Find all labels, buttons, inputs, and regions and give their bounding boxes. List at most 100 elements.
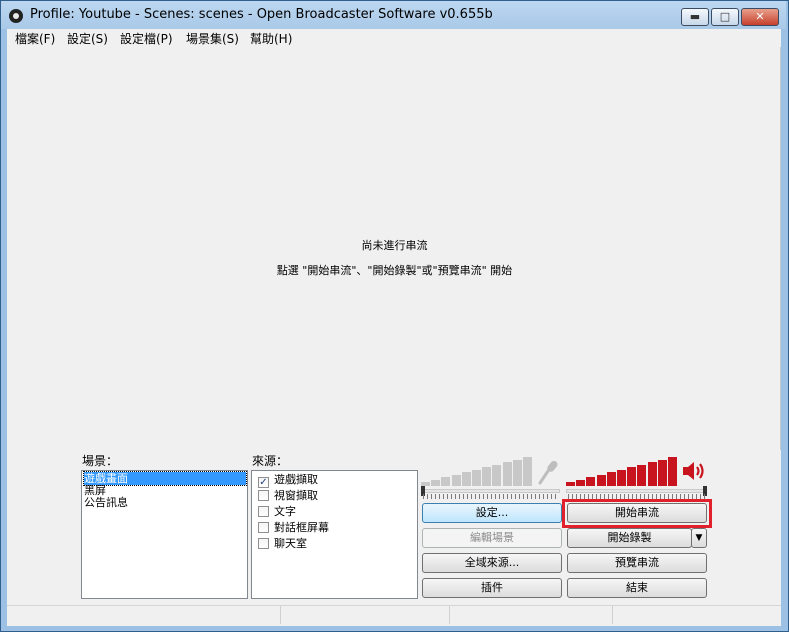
microphone-volume-slider[interactable] [421,489,560,493]
recording-dropdown-button[interactable]: ▼ [691,528,707,548]
slider-tick [427,494,428,499]
slider-tick [475,494,476,499]
stream-status-hint: 點選 "開始串流"、"開始錄製"或"預覽串流" 開始 [276,264,513,277]
slider-tick [447,494,448,499]
slider-tick [523,494,524,499]
minimize-button[interactable]: ▬ [681,8,709,26]
global-sources-button[interactable]: 全域來源... [422,553,562,573]
scene-item[interactable]: 遊戲畫面 [83,471,247,486]
preview-stream-button[interactable]: 預覽串流 [567,553,707,573]
status-bar-separator [449,606,450,624]
meter-bar [482,467,492,486]
slider-tick [531,494,532,499]
meter-bar [492,464,502,486]
meter-bar [523,457,532,486]
source-label: 文字 [274,505,296,518]
meter-bar [502,462,512,486]
scenes-list[interactable]: 遊戲畫面 黑屏 公告訊息 [81,470,248,599]
slider-tick [463,494,464,499]
scene-item[interactable]: 公告訊息 [84,496,128,509]
slider-tick [547,494,548,499]
source-item[interactable]: 聊天室 [258,536,307,552]
meter-bar [596,474,606,486]
meter-bar [576,479,586,486]
source-checkbox[interactable]: ✓ [258,477,269,488]
meter-bar [657,459,667,486]
highlight-box [562,499,712,528]
meter-bar [566,482,575,486]
meter-bar [441,477,451,486]
microphone-icon[interactable] [537,458,559,486]
source-checkbox[interactable] [258,490,269,501]
slider-tick [491,494,492,499]
slider-tick [431,494,432,499]
window-title: Profile: Youtube - Scenes: scenes - Open… [30,7,493,22]
slider-tick [503,494,504,499]
meter-bar [461,472,471,486]
start-recording-button[interactable]: 開始錄製 [567,528,692,548]
slider-tick [519,494,520,499]
maximize-button[interactable]: □ [711,8,739,26]
source-label: 遊戲擷取 [274,473,318,486]
slider-tick [551,494,552,499]
settings-button[interactable]: 設定... [422,503,562,523]
menu-file[interactable]: 檔案(F) [15,30,55,47]
slider-tick [507,494,508,499]
slider-tick [471,494,472,499]
meter-bar [472,469,481,486]
source-checkbox[interactable] [258,506,269,517]
plugins-button[interactable]: 插件 [422,578,562,598]
slider-tick [479,494,480,499]
source-item[interactable]: ✓ 遊戲擷取 [258,472,318,488]
menu-help[interactable]: 幫助(H) [250,30,292,47]
slider-tick [515,494,516,499]
obs-logo-icon [9,9,23,23]
speaker-icon[interactable] [681,458,707,484]
source-checkbox[interactable] [258,522,269,533]
slider-tick [443,494,444,499]
source-item[interactable]: 對話框屏幕 [258,520,329,536]
source-item[interactable]: 文字 [258,504,296,520]
source-label: 對話框屏幕 [274,521,329,534]
status-bar-separator [280,606,281,624]
slider-tick [499,494,500,499]
meter-bar [606,472,616,486]
microphone-volume-meter [421,456,533,486]
exit-button[interactable]: 結束 [567,578,707,598]
menu-settings[interactable]: 設定(S) [67,30,108,47]
slider-tick [435,494,436,499]
status-bar-separator [612,606,613,624]
status-bar [7,605,781,625]
source-item[interactable]: 視窗擷取 [258,488,318,504]
meter-bar [668,457,677,486]
slider-tick [487,494,488,499]
slider-tick [467,494,468,499]
close-button[interactable]: ✕ [741,8,779,26]
slider-tick [543,494,544,499]
source-checkbox[interactable] [258,538,269,549]
slider-tick [455,494,456,499]
sources-list[interactable]: ✓ 遊戲擷取視窗擷取 文字對話框屏幕聊天室 [251,470,418,599]
slider-tick [555,494,556,499]
desktop-volume-slider[interactable] [566,489,707,493]
desktop-volume-meter [566,456,678,486]
menu-profiles[interactable]: 設定檔(P) [120,30,173,47]
slider-tick [527,494,528,499]
slider-tick [535,494,536,499]
slider-tick [423,494,424,499]
scenes-label: 場景： [82,454,119,468]
meter-bar [647,462,657,486]
meter-bar [627,467,637,486]
meter-bar [431,479,441,486]
edit-scene-button[interactable]: 編輯場景 [422,528,562,548]
meter-bar [451,474,461,486]
chevron-down-icon: ▼ [695,533,703,543]
slider-tick [511,494,512,499]
slider-tick [439,494,440,499]
slider-tick [539,494,540,499]
source-label: 聊天室 [274,537,307,550]
menu-scene-collection[interactable]: 場景集(S) [186,30,239,47]
slider-tick [495,494,496,499]
sources-label: 來源： [252,454,289,468]
slider-tick [459,494,460,499]
